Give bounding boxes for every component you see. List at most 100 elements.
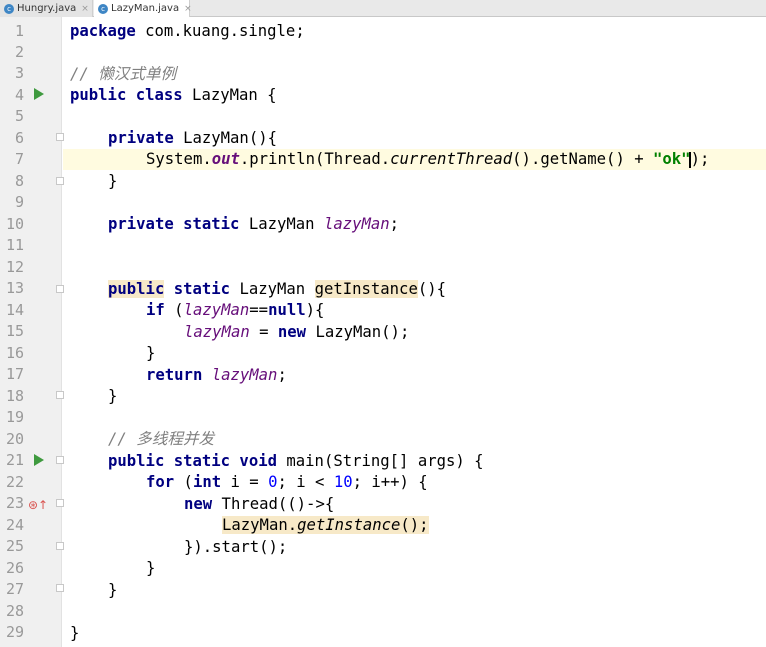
code-token: ){: [305, 301, 325, 319]
run-icon[interactable]: [34, 454, 44, 466]
code-token: LazyMan();: [306, 323, 410, 341]
code-token: (: [164, 301, 184, 319]
keyword: private: [108, 129, 174, 147]
tab-lazyman-java[interactable]: c LazyMan.java ×: [94, 0, 192, 17]
text-caret: [689, 152, 691, 168]
code-token: );: [690, 150, 710, 168]
line-number: 12: [5, 258, 24, 276]
keyword: int: [192, 473, 222, 491]
line-number: 4: [14, 86, 24, 104]
line-number: 18: [5, 387, 24, 405]
code-token: ;: [277, 366, 287, 384]
keyword: static: [164, 280, 231, 298]
close-icon[interactable]: ×: [81, 4, 89, 14]
code-line: return lazyMan;: [146, 365, 287, 386]
code-token: LazyMan(){: [173, 129, 277, 147]
field-name: lazyMan: [183, 301, 250, 319]
line-number: 9: [14, 193, 24, 211]
code-editor[interactable]: package com.kuang.single; // 懒汉式单例 publi…: [63, 17, 766, 647]
code-comment: // 多线程并发: [108, 430, 215, 448]
field-name: lazyMan: [184, 323, 250, 341]
line-number: 10: [5, 215, 24, 233]
line-number: 27: [5, 580, 24, 598]
code-line: for (int i = 0; i < 10; i++) {: [146, 472, 428, 493]
line-number: 22: [5, 473, 24, 491]
tab-hungry-java[interactable]: c Hungry.java ×: [0, 0, 93, 17]
line-number: 14: [5, 301, 24, 319]
line-number: 15: [5, 322, 24, 340]
close-icon[interactable]: ×: [184, 4, 192, 14]
keyword: for: [146, 473, 175, 491]
code-line: public static void main(String[] args) {: [108, 451, 484, 472]
editor-tab-bar: c Hungry.java × c LazyMan.java ×: [0, 0, 766, 17]
code-token: i =: [221, 473, 269, 491]
code-token: ().getName() +: [512, 150, 653, 168]
string-literal: "ok": [653, 150, 691, 168]
keyword: public class: [70, 86, 183, 104]
keyword: package: [70, 22, 136, 40]
number-literal: 10: [333, 473, 353, 491]
line-number: 20: [5, 430, 24, 448]
code-line: public static LazyMan getInstance(){: [108, 279, 446, 300]
code-line: public class LazyMan {: [70, 85, 277, 106]
code-line: }: [108, 172, 118, 190]
line-number: 13: [5, 279, 24, 297]
tab-label: Hungry.java: [17, 3, 77, 14]
code-line: }: [108, 387, 118, 405]
code-token: System.: [146, 150, 212, 168]
code-line: private LazyMan(){: [108, 128, 277, 149]
recursion-icon: ⊛↑: [28, 498, 49, 512]
code-comment: // 懒汉式单例: [70, 65, 177, 83]
code-line: System.out.println(Thread.currentThread(…: [146, 149, 709, 170]
code-line: }).start();: [184, 538, 288, 556]
code-token: =: [249, 323, 278, 341]
line-number: 2: [14, 43, 24, 61]
method-name: getInstance: [314, 280, 418, 298]
line-number: 26: [5, 559, 24, 577]
keyword: return: [146, 366, 203, 384]
java-class-icon: c: [4, 3, 14, 14]
field-name: lazyMan: [323, 215, 390, 233]
code-token: ();: [400, 516, 429, 534]
code-token: (){: [417, 280, 447, 298]
line-number: 1: [14, 22, 24, 40]
line-number: 19: [5, 408, 24, 426]
line-number: 7: [14, 150, 24, 168]
code-line: }: [146, 559, 156, 577]
code-line: LazyMan.getInstance();: [222, 515, 429, 536]
code-token: ;: [389, 215, 400, 233]
line-number: 6: [14, 129, 24, 147]
code-token: Thread(()->{: [212, 495, 335, 513]
code-token: LazyMan: [230, 280, 315, 298]
code-line: if (lazyMan==null){: [146, 300, 324, 321]
java-class-icon: c: [98, 3, 108, 14]
code-line: }: [70, 624, 80, 642]
keyword: public static void: [108, 452, 277, 470]
code-line: }: [108, 581, 118, 599]
static-method: currentThread: [390, 150, 513, 168]
line-number: 29: [5, 623, 24, 641]
code-token: .println(Thread.: [239, 150, 391, 168]
code-token: ==: [249, 301, 269, 319]
code-token: ; i <: [277, 473, 334, 491]
code-token: (: [174, 473, 193, 491]
static-method: getInstance: [297, 516, 401, 534]
static-field: out: [211, 150, 240, 168]
run-icon[interactable]: [34, 88, 44, 100]
code-token: main(String[] args) {: [277, 452, 484, 470]
keyword: new: [277, 323, 307, 341]
line-number: 17: [5, 365, 24, 383]
code-line: new Thread(()->{: [184, 494, 334, 515]
keyword: private static: [108, 215, 240, 233]
code-line: }: [146, 344, 156, 362]
line-number: 8: [14, 172, 24, 190]
line-number: 21: [5, 451, 24, 469]
code-line: lazyMan = new LazyMan();: [184, 322, 409, 343]
line-number: 16: [5, 344, 24, 362]
code-token: LazyMan.: [222, 516, 298, 534]
keyword: public: [108, 280, 165, 298]
code-token: LazyMan: [239, 215, 324, 233]
line-number: 5: [14, 107, 24, 125]
keyword: null: [268, 301, 306, 319]
line-number: 24: [5, 516, 24, 534]
